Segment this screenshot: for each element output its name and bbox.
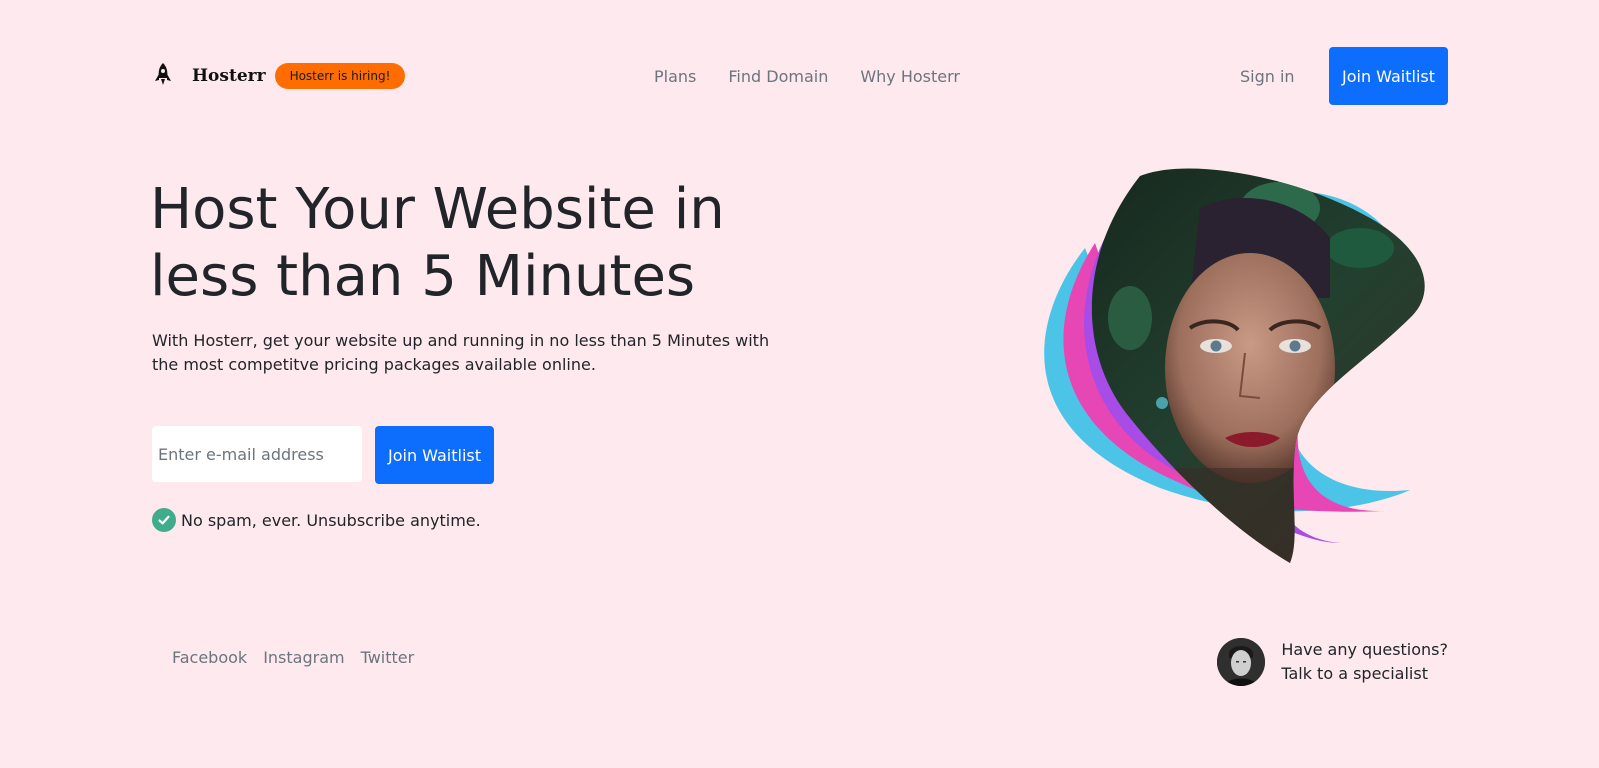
no-spam-note: No spam, ever. Unsubscribe anytime. <box>152 508 481 532</box>
header-join-waitlist-button[interactable]: Join Waitlist <box>1329 47 1448 105</box>
check-circle-icon <box>152 508 176 532</box>
social-link-facebook[interactable]: Facebook <box>172 648 247 667</box>
specialist-question: Have any questions? <box>1281 640 1448 659</box>
specialist-avatar <box>1217 638 1266 686</box>
waitlist-form: Join Waitlist <box>152 426 494 484</box>
nav-link-plans[interactable]: Plans <box>654 67 696 86</box>
talk-to-specialist[interactable]: Have any questions? Talk to a specialist <box>1217 638 1448 686</box>
hiring-badge[interactable]: Hosterr is hiring! <box>274 63 406 89</box>
brand[interactable]: Hosterr <box>152 62 266 90</box>
email-input[interactable] <box>152 426 362 482</box>
hero-title: Host Your Website in less than 5 Minutes <box>150 176 830 310</box>
hero-portrait-image <box>1044 168 1425 564</box>
social-link-instagram[interactable]: Instagram <box>263 648 344 667</box>
main-nav: Plans Find Domain Why Hosterr <box>654 47 960 105</box>
nav-link-find-domain[interactable]: Find Domain <box>728 67 828 86</box>
landing-page: Hosterr Hosterr is hiring! Plans Find Do… <box>0 0 1599 768</box>
hero-title-line-2: less than 5 Minutes <box>150 244 696 309</box>
specialist-link[interactable]: Talk to a specialist <box>1281 662 1448 686</box>
hero-title-line-1: Host Your Website in <box>150 177 725 242</box>
join-waitlist-button[interactable]: Join Waitlist <box>375 426 494 484</box>
brand-name: Hosterr <box>192 66 266 86</box>
specialist-text: Have any questions? Talk to a specialist <box>1281 638 1448 686</box>
sign-in-link[interactable]: Sign in <box>1240 47 1295 105</box>
rocket-icon <box>155 63 171 85</box>
social-link-twitter[interactable]: Twitter <box>361 648 415 667</box>
social-links: Facebook Instagram Twitter <box>172 648 414 667</box>
no-spam-text: No spam, ever. Unsubscribe anytime. <box>181 510 481 530</box>
site-header: Hosterr Hosterr is hiring! Plans Find Do… <box>152 47 1448 105</box>
hero-subtitle: With Hosterr, get your website up and ru… <box>152 331 770 374</box>
nav-link-why-hosterr[interactable]: Why Hosterr <box>860 67 960 86</box>
